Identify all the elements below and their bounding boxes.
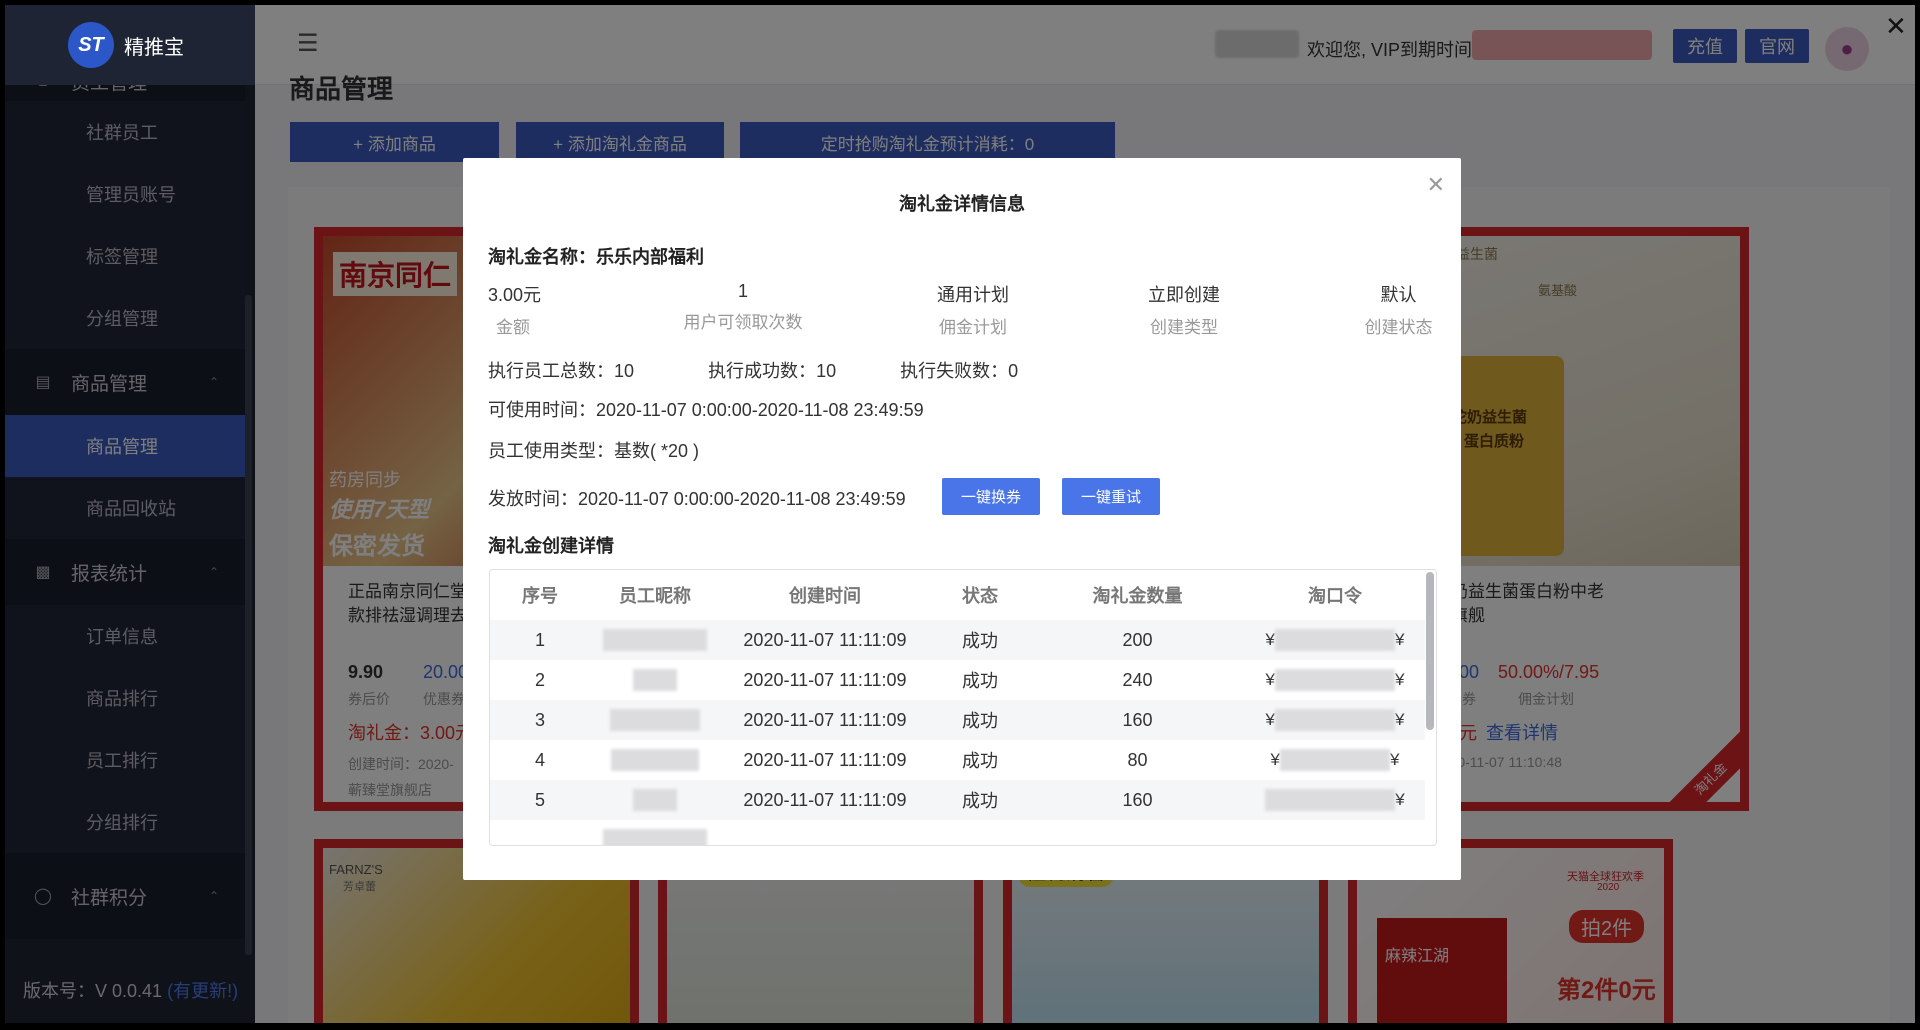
stat-commission-plan: 通用计划 佣金计划 xyxy=(928,281,1018,338)
logo: ST 精推宝 xyxy=(5,5,255,85)
creation-detail-table: 序号 员工昵称 创建时间 状态 淘礼金数量 淘口令 1 2020-11-07 1… xyxy=(489,569,1437,846)
logo-icon: ST xyxy=(68,22,114,68)
table-row[interactable]: 4 2020-11-07 11:11:09 成功 80 ¥ ¥ xyxy=(490,740,1425,780)
tkl-code-redacted: ¥ xyxy=(1245,780,1425,820)
stat-claim-times: 1 用户可领取次数 xyxy=(673,281,813,333)
stat-label: 佣金计划 xyxy=(939,318,1007,337)
row-number: 4 xyxy=(490,740,590,780)
stat-value: 立即创建 xyxy=(1148,285,1220,305)
tkl-code-redacted: ¥ ¥ xyxy=(1245,740,1425,780)
row-number: 5 xyxy=(490,780,590,820)
table-row[interactable]: 1 2020-11-07 11:11:09 成功 200 ¥ ¥ xyxy=(490,620,1425,660)
exec-success-label: 执行成功数： xyxy=(708,361,817,381)
column-header[interactable]: 淘口令 xyxy=(1245,570,1425,620)
exec-fail-value: 0 xyxy=(1008,361,1019,381)
tlj-quantity: 200 xyxy=(1030,620,1245,660)
column-header[interactable]: 淘礼金数量 xyxy=(1030,570,1245,620)
tlj-detail-dialog: 淘礼金详情信息 ✕ 淘礼金名称：乐乐内部福利 3.00元 金额 1 用户可领取次… xyxy=(463,158,1461,880)
created-time: 2020-11-07 11:11:09 xyxy=(720,780,930,820)
column-header[interactable]: 状态 xyxy=(930,570,1030,620)
column-header[interactable]: 创建时间 xyxy=(720,570,930,620)
exec-success-value: 10 xyxy=(816,361,837,381)
stat-create-type: 立即创建 创建类型 xyxy=(1139,281,1229,338)
usage-type: 员工使用类型：基数( *20 ) xyxy=(488,441,700,461)
staff-nickname-redacted xyxy=(590,740,720,780)
dialog-title: 淘礼金详情信息 xyxy=(899,194,1025,214)
status-text: 成功 xyxy=(930,700,1030,740)
stat-label: 创建类型 xyxy=(1150,318,1218,337)
created-time: 2020-11-07 11:11:09 xyxy=(720,660,930,700)
status-text: 成功 xyxy=(930,620,1030,660)
creation-detail-title: 淘礼金创建详情 xyxy=(488,536,614,556)
issue-time: 发放时间：2020-11-07 0:00:00-2020-11-08 23:49… xyxy=(488,489,906,509)
tlj-name-label: 淘礼金名称： xyxy=(488,247,596,267)
created-time: 2020-11-07 11:11:09 xyxy=(720,700,930,740)
retry-button[interactable]: 一键重试 xyxy=(1062,478,1160,515)
table-row[interactable]: 3 2020-11-07 11:11:09 成功 160 ¥ ¥ xyxy=(490,700,1425,740)
row-number: 1 xyxy=(490,620,590,660)
tlj-name: 淘礼金名称：乐乐内部福利 xyxy=(488,243,704,269)
column-header[interactable]: 员工昵称 xyxy=(590,570,720,620)
row-number xyxy=(490,820,590,845)
created-time xyxy=(720,820,930,845)
usable-time: 可使用时间：2020-11-07 0:00:00-2020-11-08 23:4… xyxy=(488,400,924,420)
exec-total-value: 10 xyxy=(614,361,635,381)
tlj-quantity: 240 xyxy=(1030,660,1245,700)
tlj-quantity: 80 xyxy=(1030,740,1245,780)
staff-nickname-redacted xyxy=(590,780,720,820)
status-text xyxy=(930,820,1030,845)
table-row[interactable]: 5 2020-11-07 11:11:09 成功 160 ¥ xyxy=(490,780,1425,820)
execution-summary: 执行员工总数：10 执行成功数：10 执行失败数：0 xyxy=(488,357,1018,383)
status-text: 成功 xyxy=(930,780,1030,820)
stat-label: 创建状态 xyxy=(1364,318,1433,337)
stat-value: 默认 xyxy=(1380,285,1417,305)
status-text: 成功 xyxy=(930,660,1030,700)
staff-nickname-redacted xyxy=(590,700,720,740)
staff-nickname-redacted xyxy=(590,620,720,660)
stat-label: 金额 xyxy=(496,318,530,337)
created-time: 2020-11-07 11:11:09 xyxy=(720,740,930,780)
table-row[interactable] xyxy=(490,820,1425,845)
tkl-code-redacted: ¥ ¥ xyxy=(1245,620,1425,660)
created-time: 2020-11-07 11:11:09 xyxy=(720,620,930,660)
exec-fail-label: 执行失败数： xyxy=(900,361,1009,381)
tkl-code-redacted xyxy=(1245,820,1425,845)
staff-nickname-redacted xyxy=(590,660,720,700)
tkl-code-redacted: ¥ ¥ xyxy=(1245,660,1425,700)
table-scrollbar[interactable] xyxy=(1426,572,1434,730)
app-window: ▵ 员工管理 社群员工 管理员账号 标签管理 分组管理 ▤ 商品管理 ⌃ 商品管… xyxy=(5,5,1915,1023)
stat-label: 用户可领取次数 xyxy=(683,313,803,332)
table-row[interactable]: 2 2020-11-07 11:11:09 成功 240 ¥ ¥ xyxy=(490,660,1425,700)
exchange-coupon-button[interactable]: 一键换券 xyxy=(942,478,1040,515)
tlj-quantity: 160 xyxy=(1030,780,1245,820)
status-text: 成功 xyxy=(930,740,1030,780)
tlj-name-value: 乐乐内部福利 xyxy=(596,247,704,267)
exec-total-label: 执行员工总数： xyxy=(488,361,614,381)
stat-create-status: 默认 创建状态 xyxy=(1361,281,1436,338)
close-icon[interactable]: ✕ xyxy=(1427,172,1445,198)
stat-value: 通用计划 xyxy=(937,285,1009,305)
logo-text: 精推宝 xyxy=(124,36,184,59)
row-number: 2 xyxy=(490,660,590,700)
tlj-quantity: 160 xyxy=(1030,700,1245,740)
stat-value: 3.00元 xyxy=(488,285,542,305)
tlj-quantity xyxy=(1030,820,1245,845)
row-number: 3 xyxy=(490,700,590,740)
table-header-row: 序号 员工昵称 创建时间 状态 淘礼金数量 淘口令 xyxy=(490,570,1425,620)
stat-value: 1 xyxy=(737,281,748,301)
stat-amount: 3.00元 金额 xyxy=(488,281,558,338)
tkl-code-redacted: ¥ ¥ xyxy=(1245,700,1425,740)
column-header[interactable]: 序号 xyxy=(490,570,590,620)
staff-nickname-redacted xyxy=(590,820,720,845)
